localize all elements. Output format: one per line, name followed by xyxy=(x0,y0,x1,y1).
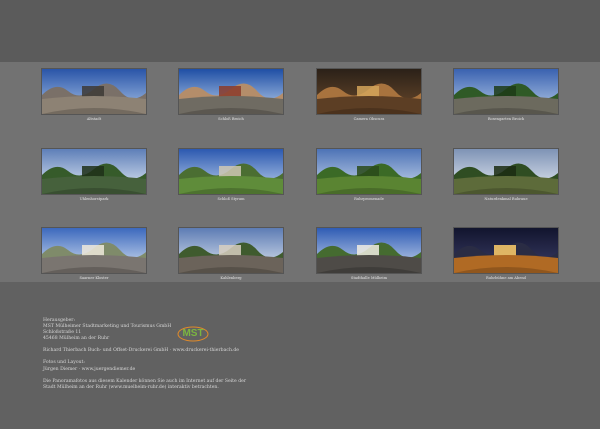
panorama-card: Schloß Broich xyxy=(179,69,283,121)
panorama-photo xyxy=(179,149,283,194)
panorama-card: Schloß Styrum xyxy=(179,149,283,201)
panorama-card: Rosengarten Broich xyxy=(454,69,558,121)
panorama-photo xyxy=(179,69,283,114)
top-margin-band xyxy=(0,0,600,62)
panorama-caption: Stadthalle Mülheim xyxy=(351,276,387,280)
panorama-photo xyxy=(42,69,146,114)
panorama-photo xyxy=(317,69,421,114)
panorama-caption: Camera Obscura xyxy=(353,117,385,121)
panorama-caption: Naturdenkmal Ruhraue xyxy=(484,197,528,201)
panorama-caption: Ruhrpromenade xyxy=(354,197,384,201)
panorama-card: Stadthalle Mülheim xyxy=(317,228,421,280)
panorama-caption: Altstadt xyxy=(86,117,102,121)
panorama-card: Altstadt xyxy=(42,69,146,121)
panorama-photo xyxy=(454,149,558,194)
panorama-caption: Kahlenberg xyxy=(220,276,242,280)
mst-logo: MST xyxy=(174,322,212,344)
panorama-card: Ruhrpromenade xyxy=(317,149,421,201)
panorama-caption: Saarner Kloster xyxy=(79,276,109,280)
online-note-line-2: Stadt Mülheim an der Ruhr (www.muelheim-… xyxy=(43,384,219,390)
panorama-caption: Schloß Styrum xyxy=(217,197,245,201)
panorama-caption: Schloß Broich xyxy=(218,117,244,121)
panorama-photo xyxy=(454,228,558,273)
panorama-caption: Uhlenhorstpark xyxy=(79,197,109,201)
panorama-photo xyxy=(179,228,283,273)
panorama-caption: Rosengarten Broich xyxy=(487,117,525,121)
panorama-card: Kahlenberg xyxy=(179,228,283,280)
panorama-caption: Ruhrbühne am Abend xyxy=(486,276,526,280)
panorama-photo xyxy=(317,228,421,273)
panorama-card: Uhlenhorstpark xyxy=(42,149,146,201)
panorama-photo xyxy=(42,228,146,273)
panorama-photo xyxy=(454,69,558,114)
panorama-card: Saarner Kloster xyxy=(42,228,146,280)
panorama-card: Camera Obscura xyxy=(317,69,421,121)
panorama-photo xyxy=(42,149,146,194)
panorama-card: Ruhrbühne am Abend xyxy=(454,228,558,280)
panorama-card: Naturdenkmal Ruhraue xyxy=(454,149,558,201)
panorama-photo xyxy=(317,149,421,194)
mst-logo-text: MST xyxy=(182,328,203,339)
